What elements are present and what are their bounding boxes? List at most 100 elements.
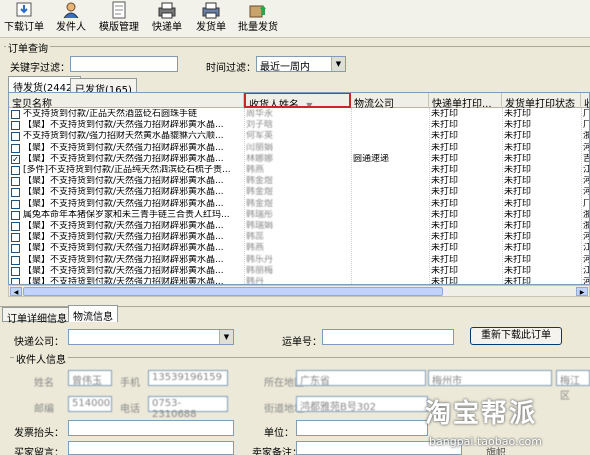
table-row[interactable]: 【聚】不支持货到付款/天然强力招财辟邪黄水晶... 韩蕊 未打印 未打印 河 (9, 232, 589, 243)
cell-express: 未打印 (431, 232, 459, 243)
keyword-filter-input[interactable] (70, 56, 178, 72)
row-checkbox[interactable] (11, 188, 20, 198)
cell-express: 未打印 (431, 142, 459, 153)
invoice-title-input[interactable] (68, 420, 234, 436)
col-receiver-name[interactable]: 收货人姓名 ▼ (244, 93, 351, 108)
zip-input[interactable]: 514000 (68, 396, 112, 412)
table-row[interactable]: 【聚】不支持货到付款/天然强力招财辟邪黄水晶... 闫丽娟 未打印 未打印 河 (9, 143, 589, 154)
table-row[interactable]: 【聚】不支持货到付款/天然强力招财辟邪黄水晶... 刘子晗 未打印 未打印 厂 (9, 120, 589, 131)
col-invoice-print[interactable]: 发货单打印状态 (502, 93, 581, 108)
chevron-down-icon[interactable]: ▼ (331, 57, 345, 71)
time-filter-select[interactable]: 最近一周内 ▼ (256, 56, 346, 73)
batch-ship-icon (249, 5, 266, 18)
batch-ship-button[interactable]: 批量发货 (236, 1, 280, 37)
col-express-print[interactable]: 快递单打印... (429, 93, 502, 108)
row-checkbox[interactable] (11, 255, 20, 265)
table-row[interactable]: 不支持货到付款/正品天然酒蓝砭石圆珠手链 周华永 未打印 未打印 厂 (9, 109, 589, 120)
tab-shipped[interactable]: 已发货(165) (70, 78, 137, 96)
cell-name: 【聚】不支持货到付款/天然强力招财辟邪黄水晶... (23, 176, 224, 187)
table-row[interactable]: 【聚】不支持货到付款/天然强力招财辟邪黄水晶... 韩瑞娟 未打印 未打印 浙 (9, 221, 589, 232)
row-checkbox[interactable] (11, 199, 20, 209)
express-company-select[interactable]: ▼ (68, 329, 234, 345)
cell-receiver: 韩燕 (246, 243, 265, 254)
redownload-order-button[interactable]: 重新下载此订单 (470, 327, 562, 345)
cell-express: 未打印 (431, 254, 459, 265)
table-row[interactable]: 【聚】不支持货到付款/天然强力招财辟邪黄水晶... 韩金煜 未打印 未打印 河 (9, 187, 589, 198)
template-manage-label: 模版管理 (99, 22, 139, 33)
row-checkbox[interactable] (11, 121, 20, 131)
receiver-mobile-input[interactable]: 13539196159 (148, 370, 228, 386)
row-checkbox[interactable] (11, 244, 20, 254)
horizontal-scrollbar[interactable]: ◀ ▶ (8, 285, 590, 297)
download-order-icon (16, 2, 32, 17)
row-checkbox[interactable] (11, 222, 20, 231)
district-select[interactable]: 梅江区 (556, 370, 590, 402)
receiver-group-border (10, 357, 590, 358)
template-manage-button[interactable]: 模版管理 (96, 1, 142, 37)
unit-input[interactable] (296, 420, 428, 436)
cell-express: 未打印 (431, 277, 459, 285)
chevron-down-icon[interactable]: ▼ (219, 330, 233, 344)
waybill-input[interactable] (322, 329, 454, 345)
cell-receiver: 韩瑞彤 (246, 209, 274, 220)
keyword-filter-label: 关键字过滤： (10, 63, 70, 74)
cell-logistics (351, 210, 429, 221)
cell-last: 河 (581, 255, 589, 266)
invoice-button[interactable]: 发货单 (192, 1, 230, 37)
cell-receiver: 周华永 (246, 109, 274, 119)
table-row[interactable]: 【聚】不支持货到付款/天然强力招财辟邪黄水晶... 韩丽梅 未打印 未打印 江 (9, 266, 589, 277)
cell-invoice: 未打印 (504, 209, 532, 220)
receiver-name-input[interactable]: 曾伟玉 (68, 370, 112, 387)
table-row[interactable]: 【聚】不支持货到付款/天然强力招财辟邪黄水晶... 韩乐丹 未打印 未打印 河 (9, 255, 589, 266)
cell-receiver: 韩瑞娟 (246, 221, 274, 231)
province-select[interactable]: 广东省 (296, 370, 426, 387)
row-checkbox[interactable] (11, 143, 20, 153)
scroll-right-icon[interactable]: ▶ (576, 287, 588, 296)
row-checkbox[interactable] (11, 233, 20, 243)
city-select[interactable]: 梅州市 (428, 370, 552, 387)
cell-logistics (351, 232, 429, 243)
sender-icon (63, 2, 79, 19)
col-item-name[interactable]: 宝贝名称 (9, 93, 244, 108)
cell-invoice: 未打印 (504, 109, 532, 119)
table-row[interactable]: 不支持货到付款/强力招财天然黄水晶貔貅六六顺... 何军英 未打印 未打印 浙 (9, 131, 589, 142)
buyer-message-input[interactable] (68, 441, 234, 455)
table-row[interactable]: 【聚】不支持货到付款/天然强力招财辟邪黄水晶... 韩丹 未打印 未打印 河 (9, 277, 589, 285)
receiver-group-title: 收件人信息 (14, 351, 68, 366)
table-row[interactable]: 【聚】不支持货到付款/天然强力招财辟邪黄水晶... 韩金煜 未打印 未打印 厂 (9, 199, 589, 210)
table-row[interactable]: ✓【聚】不支持货到付款/天然强力招财辟邪黄水晶... 林娜娜 圆通速递 未打印 未打印 吉 (9, 154, 589, 165)
table-row[interactable]: 【聚】不支持货到付款/天然强力招财辟邪黄水晶... 韩燕 未打印 未打印 江 (9, 243, 589, 254)
phone-input[interactable]: 0753-2310688 (148, 396, 228, 420)
row-checkbox[interactable] (11, 210, 20, 220)
col-logistics[interactable]: 物流公司 (351, 93, 429, 108)
cell-last: 吉 (581, 154, 589, 165)
tab-logistics-info[interactable]: 物流信息 (68, 305, 118, 323)
cell-express: 未打印 (431, 221, 459, 231)
row-checkbox[interactable] (11, 266, 20, 276)
cell-logistics (351, 221, 429, 232)
download-order-button[interactable]: 下载订单 (2, 1, 46, 37)
cell-receiver: 韩丽梅 (246, 265, 274, 276)
row-checkbox[interactable] (11, 177, 20, 187)
row-checkbox[interactable] (11, 132, 20, 142)
scrollbar-thumb[interactable] (23, 287, 443, 296)
toolbar: 下载订单 发件人 模版管理 快递单 发货单 批量发货 (0, 0, 590, 38)
express-form-button[interactable]: 快递单 (148, 1, 186, 37)
row-checkbox[interactable] (11, 110, 20, 119)
row-checkbox[interactable]: ✓ (11, 154, 20, 164)
sender-button[interactable]: 发件人 (52, 1, 90, 37)
waybill-label: 运单号： (282, 337, 322, 348)
invoice-title-label: 发票抬头： (14, 428, 64, 439)
cell-receiver: 林娜娜 (246, 153, 274, 164)
table-row[interactable]: 属兔本命年本猪保岁家和未三青手链三合贵人红玛... 韩瑞彤 未打印 未打印 浙 (9, 210, 589, 221)
table-row[interactable]: [多件]不支持货到付款/正品纯天然泗滨砭石梳子责... 韩燕 未打印 未打印 江 (9, 165, 589, 176)
tab-order-detail[interactable]: 订单详细信息 (2, 307, 72, 325)
table-row[interactable]: 【聚】不支持货到付款/天然强力招财辟邪黄水晶... 韩金煜 未打印 未打印 河 (9, 176, 589, 187)
scroll-left-icon[interactable]: ◀ (10, 287, 22, 296)
street-input[interactable]: 鸿都雅苑B号302 (296, 396, 428, 413)
row-checkbox[interactable] (11, 278, 20, 284)
cell-name: 【聚】不支持货到付款/天然强力招财辟邪黄水晶... (23, 265, 224, 276)
col-receiver-region[interactable]: 收 (581, 93, 589, 108)
row-checkbox[interactable] (11, 166, 20, 175)
cell-express: 未打印 (431, 209, 459, 220)
